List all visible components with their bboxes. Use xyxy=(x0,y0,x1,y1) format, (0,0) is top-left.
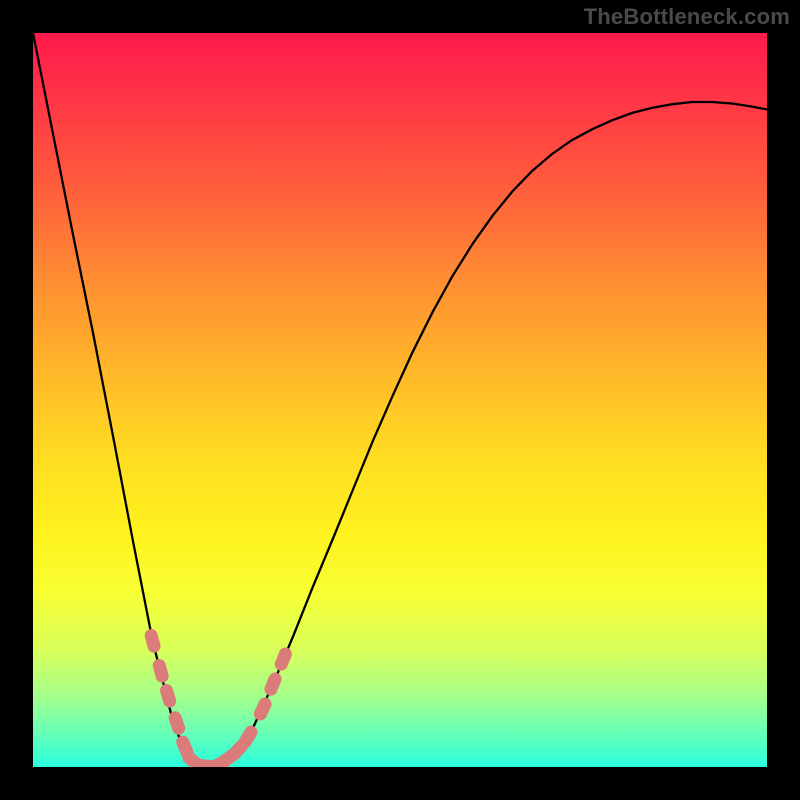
curve-marker xyxy=(143,628,162,655)
chart-frame: TheBottleneck.com xyxy=(0,0,800,800)
chart-svg xyxy=(33,33,767,767)
gradient-background xyxy=(33,33,767,767)
curve-marker xyxy=(252,695,274,722)
curve-marker xyxy=(262,671,283,698)
curve-marker xyxy=(273,646,294,673)
bottleneck-curve xyxy=(33,33,766,767)
attribution-watermark: TheBottleneck.com xyxy=(584,4,790,30)
curve-marker xyxy=(158,682,178,709)
marker-group xyxy=(143,628,294,767)
curve-marker xyxy=(151,657,170,684)
